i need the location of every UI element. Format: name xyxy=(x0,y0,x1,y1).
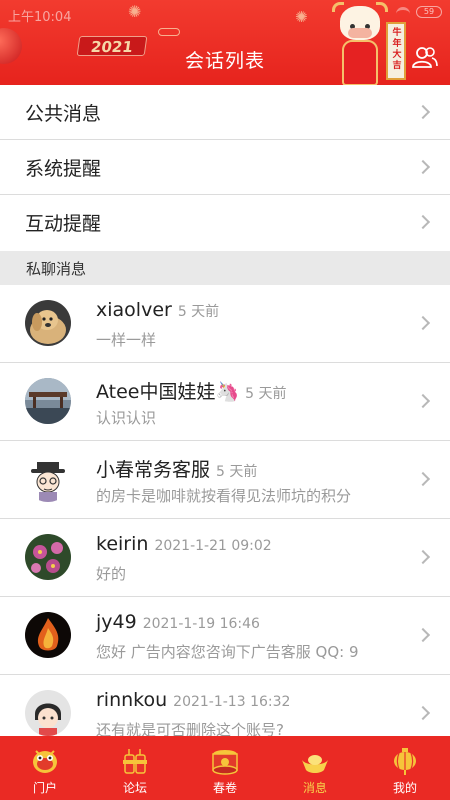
chat-name: rinnkou xyxy=(96,689,168,711)
tab-label: 门户 xyxy=(32,781,57,795)
tab-spring-roll[interactable]: 春卷 xyxy=(180,736,270,800)
chat-item[interactable]: jy49 2021-1-19 16:46 您好 广告内容您咨询下广告客服 QQ: … xyxy=(0,597,450,675)
chat-header: xiaolver 5 天前 xyxy=(96,299,219,321)
chat-item[interactable]: 小春常务客服 5 天前 的房卡是咖啡就按看得见法师坑的积分 xyxy=(0,441,450,519)
menu-label: 互动提醒 xyxy=(25,213,102,235)
gold-ingot-icon xyxy=(300,746,330,776)
tab-portal[interactable]: 门户 xyxy=(0,736,90,800)
chat-item[interactable]: xiaolver 5 天前 一样一样 xyxy=(0,285,450,363)
bottom-tab-bar: 门户 论坛 春卷 消息 我的 xyxy=(0,736,450,800)
chat-time: 2021-1-19 16:46 xyxy=(142,616,260,632)
tab-label: 论坛 xyxy=(122,781,147,795)
chat-time: 5 天前 xyxy=(245,386,287,402)
avatar xyxy=(25,690,71,736)
chat-header: 小春常务客服 5 天前 xyxy=(96,455,257,482)
chevron-right-icon xyxy=(415,471,431,487)
status-time: 上午10:04 xyxy=(8,10,72,25)
menu-label: 系统提醒 xyxy=(25,158,102,180)
status-icons: 59 xyxy=(396,6,442,18)
menu-system-reminders[interactable]: 系统提醒 xyxy=(0,140,450,195)
chat-preview: 的房卡是咖啡就按看得见法师坑的积分 xyxy=(96,487,352,505)
chat-time: 2021-1-21 09:02 xyxy=(154,538,272,554)
chat-item[interactable]: Atee中国娃娃🦄 5 天前 认识认识 xyxy=(0,363,450,441)
tab-label: 春卷 xyxy=(212,781,237,795)
firework-icon: ✺ xyxy=(128,2,142,21)
chat-time: 5 天前 xyxy=(177,304,220,320)
chat-preview: 您好 广告内容您咨询下广告客服 QQ: 9 xyxy=(96,643,359,661)
chevron-right-icon xyxy=(415,159,431,175)
chevron-right-icon xyxy=(415,393,431,409)
firework-icon: ✺ xyxy=(295,8,308,26)
tab-label: 我的 xyxy=(392,781,417,795)
chevron-right-icon xyxy=(415,705,431,721)
lion-dance-icon xyxy=(30,746,60,776)
chat-header: keirin 2021-1-21 09:02 xyxy=(96,533,272,555)
ox-mascot-icon xyxy=(330,2,392,86)
header: 上午10:04 59 ✺ ✺ 2021 会话列表 牛年大吉 xyxy=(0,0,450,86)
menu-label: 公共消息 xyxy=(25,103,102,125)
chat-name: keirin xyxy=(96,533,149,555)
chevron-right-icon xyxy=(415,627,431,643)
avatar xyxy=(25,378,71,424)
wifi-icon xyxy=(396,7,410,17)
menu-public-messages[interactable]: 公共消息 xyxy=(0,85,450,140)
chat-name: Atee中国娃娃🦄 xyxy=(96,381,240,403)
avatar xyxy=(25,300,71,346)
battery-icon: 59 xyxy=(416,6,442,18)
chat-preview: 认识认识 xyxy=(96,409,157,427)
chat-name: xiaolver xyxy=(96,299,172,321)
chevron-right-icon xyxy=(415,549,431,565)
avatar xyxy=(25,534,71,580)
chevron-right-icon xyxy=(415,315,431,331)
tab-messages[interactable]: 消息 xyxy=(270,736,360,800)
tab-label: 消息 xyxy=(302,781,327,795)
chat-time: 5 天前 xyxy=(216,464,258,480)
chat-preview: 一样一样 xyxy=(96,331,157,349)
banner-text: 牛年大吉 xyxy=(392,28,402,71)
chat-list-screen: 上午10:04 59 ✺ ✺ 2021 会话列表 牛年大吉 公共消息 系统提醒 … xyxy=(0,0,450,800)
chat-header: Atee中国娃娃🦄 5 天前 xyxy=(96,377,287,404)
section-header: 私聊消息 xyxy=(0,251,450,285)
chat-name: 小春常务客服 xyxy=(96,459,211,481)
section-title: 私聊消息 xyxy=(26,260,87,278)
menu-interaction-reminders[interactable]: 互动提醒 xyxy=(0,195,450,250)
avatar xyxy=(25,456,71,502)
drum-icon xyxy=(210,746,240,776)
tab-forum[interactable]: 论坛 xyxy=(90,736,180,800)
chat-header: rinnkou 2021-1-13 16:32 xyxy=(96,689,290,711)
chevron-right-icon xyxy=(415,214,431,230)
firecracker-icon xyxy=(120,746,150,776)
chat-preview: 好的 xyxy=(96,565,127,583)
chat-item[interactable]: keirin 2021-1-21 09:02 好的 xyxy=(0,519,450,597)
contacts-icon[interactable] xyxy=(412,46,438,68)
chat-name: jy49 xyxy=(96,611,137,633)
avatar xyxy=(25,612,71,658)
cloud-icon xyxy=(158,28,180,36)
tab-profile[interactable]: 我的 xyxy=(360,736,450,800)
new-year-scroll: 牛年大吉 xyxy=(386,22,406,80)
lantern-icon xyxy=(390,746,420,776)
chat-time: 2021-1-13 16:32 xyxy=(173,694,291,710)
chat-header: jy49 2021-1-19 16:46 xyxy=(96,611,260,633)
chevron-right-icon xyxy=(415,104,431,120)
